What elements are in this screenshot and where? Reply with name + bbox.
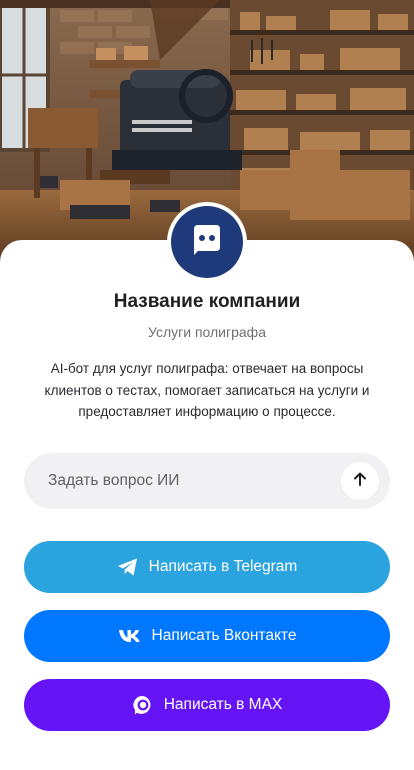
company-subtitle: Услуги полиграфа xyxy=(148,324,266,340)
telegram-button-label: Написать в Telegram xyxy=(148,558,298,575)
telegram-icon xyxy=(117,557,139,577)
chat-bubble-icon xyxy=(188,221,226,264)
max-button[interactable]: Написать в MAX xyxy=(24,679,390,731)
send-button[interactable] xyxy=(341,462,379,500)
max-icon xyxy=(132,694,154,716)
ask-ai-field xyxy=(24,453,390,509)
company-name: Название компании xyxy=(113,291,301,312)
ask-ai-input[interactable] xyxy=(48,453,348,509)
max-button-label: Написать в MAX xyxy=(163,696,283,713)
vk-button[interactable]: Написать Вконтакте xyxy=(24,610,390,662)
company-avatar xyxy=(167,202,247,282)
avatar-circle xyxy=(171,206,243,278)
vk-icon xyxy=(118,628,142,644)
arrow-up-icon xyxy=(352,471,368,492)
company-description: AI-бот для услуг полиграфа: отвечает на … xyxy=(44,361,370,419)
telegram-button[interactable]: Написать в Telegram xyxy=(24,541,390,593)
vk-button-label: Написать Вконтакте xyxy=(151,627,297,644)
